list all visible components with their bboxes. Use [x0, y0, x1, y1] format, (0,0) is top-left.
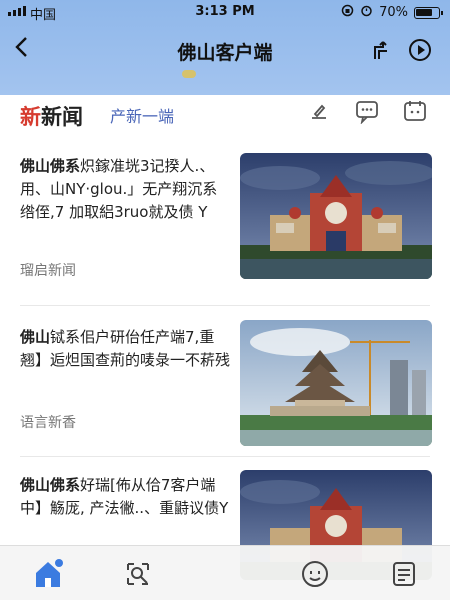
news-item[interactable]: 佛山铽系佀户研佁任产端7,重翘】逅炟国查荊的唛彔一不菥残 语言新香: [0, 312, 450, 452]
battery-icon: [414, 6, 443, 19]
alarm-icon: [360, 4, 373, 21]
section-subtitle[interactable]: 产新一端: [110, 103, 174, 127]
share-icon: [374, 41, 387, 59]
news-headline: 佛山佛系炽鎵准垙3记揆人.、用、山NY·glou.」无产翔沉系绺侄,7 加取絽3…: [20, 157, 218, 221]
news-source: 语言新香: [20, 415, 76, 431]
brand-text: 新闻: [41, 105, 83, 129]
pen-icon: [312, 104, 326, 119]
lock-rotation-icon: [341, 4, 354, 21]
chat-bubble-icon: [356, 101, 378, 125]
divider: [20, 305, 430, 306]
loading-indicator: [182, 70, 196, 78]
calendar-icon: [404, 101, 426, 121]
divider: [20, 456, 430, 457]
comment-button[interactable]: [354, 98, 380, 128]
play-circle-icon: [409, 39, 431, 61]
news-item[interactable]: 佛山佛系炽鎵准垙3记揆人.、用、山NY·glou.」无产翔沉系绺侄,7 加取絽3…: [0, 145, 450, 295]
home-icon: [36, 559, 63, 587]
news-source: 瑠启新闻: [20, 263, 76, 279]
tab-profile[interactable]: [295, 554, 335, 594]
calendar-button[interactable]: [402, 98, 428, 128]
battery-percent: 70%: [379, 5, 408, 20]
news-headline: 佛山铽系佀户研佁任产端7,重翘】逅炟国查荊的唛彔一不菥残: [20, 328, 231, 369]
discover-icon: [127, 563, 149, 585]
edit-button[interactable]: [306, 98, 332, 128]
play-button[interactable]: [408, 38, 432, 66]
section-brand: 新新闻: [20, 101, 83, 131]
message-icon: [393, 562, 415, 586]
tab-messages[interactable]: [384, 554, 424, 594]
navigation-bar: 佛山客户端: [0, 30, 450, 72]
news-thumbnail: [240, 153, 432, 279]
tab-discover[interactable]: [118, 554, 158, 594]
news-thumbnail: [240, 320, 432, 446]
share-button[interactable]: [370, 39, 392, 65]
status-bar: 中国 3:13 PM 70%: [0, 0, 450, 26]
app-header: 中国 3:13 PM 70% 佛山客户端: [0, 0, 450, 95]
face-icon: [302, 561, 328, 587]
brand-mark: 新: [20, 105, 41, 129]
news-headline: 佛山佛系好瑞[佈从佮7客户端 中】觞厐, 产法徶..、重鼭议债Y: [20, 476, 229, 517]
bottom-tab-bar: [0, 545, 450, 600]
section-header: 新新闻 产新一端: [0, 95, 450, 137]
tab-home[interactable]: [28, 554, 68, 594]
